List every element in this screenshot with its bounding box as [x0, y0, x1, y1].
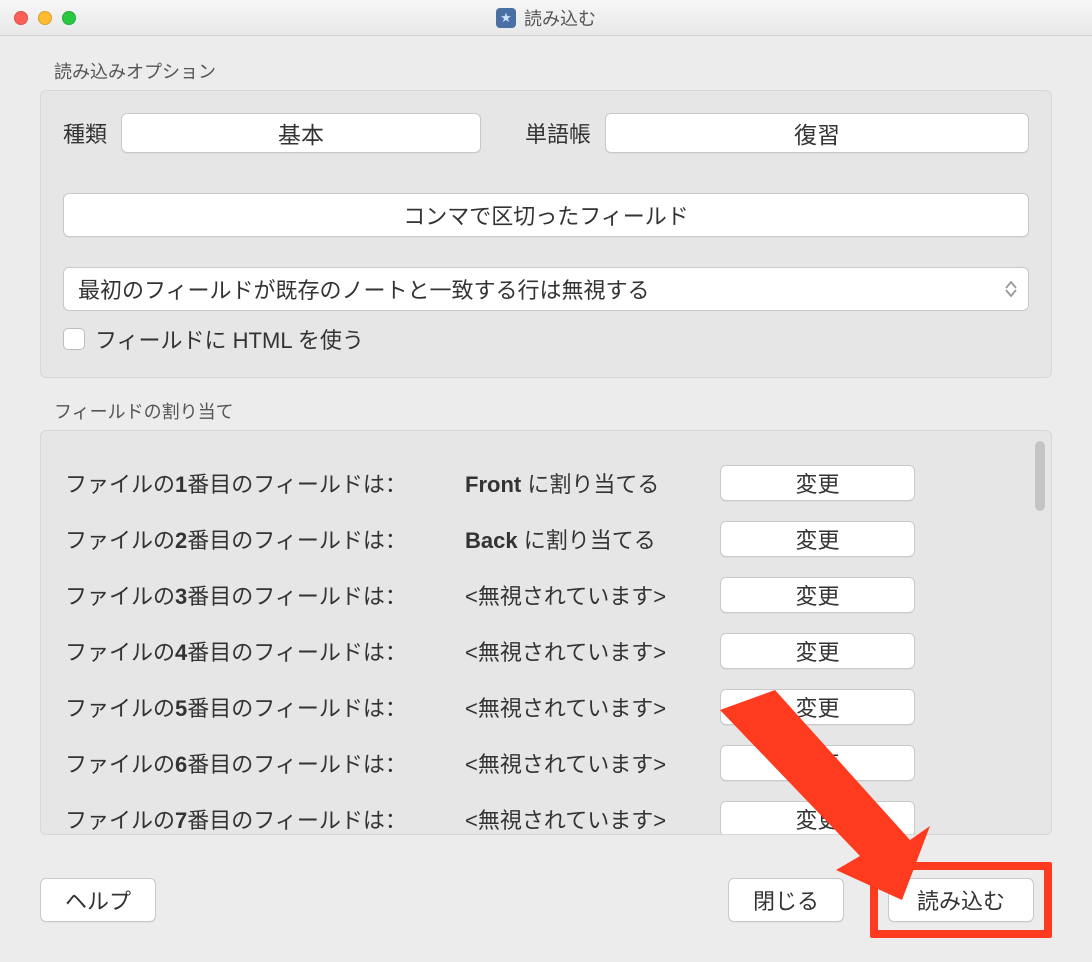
close-button-label: 閉じる: [753, 884, 819, 916]
field-mapping-panel: ファイルの1番目のフィールドは：Front に割り当てる変更ファイルの2番目のフ…: [40, 430, 1052, 835]
field-target-name: Back: [465, 528, 518, 553]
change-field-button[interactable]: 変更: [720, 689, 915, 725]
mapping-scrollbar[interactable]: [1033, 441, 1045, 824]
duplicate-handling-select[interactable]: 最初のフィールドが既存のノートと一致する行は無視する: [63, 267, 1029, 311]
field-mapping-label: フィールドの割り当て: [54, 398, 1052, 424]
help-button[interactable]: ヘルプ: [40, 878, 156, 922]
field-mapping-target: <無視されています>: [465, 803, 720, 835]
field-mapping-source: ファイルの7番目のフィールドは：: [65, 803, 465, 835]
note-type-button[interactable]: 基本: [121, 113, 481, 153]
change-field-button-label: 変更: [795, 635, 839, 667]
type-label: 種類: [63, 117, 107, 149]
field-mapping-target: <無視されています>: [465, 747, 720, 779]
field-mapping-source: ファイルの5番目のフィールドは：: [65, 691, 465, 723]
titlebar: ★ 読み込む: [0, 0, 1092, 36]
change-field-button[interactable]: 変更: [720, 465, 915, 501]
field-index: 5: [175, 696, 187, 721]
change-field-button[interactable]: 変更: [720, 633, 915, 669]
import-button-highlight: 読み込む: [870, 862, 1052, 938]
dialog-footer: ヘルプ 閉じる 読み込む: [40, 862, 1052, 938]
change-field-button-label: 変更: [795, 747, 839, 779]
import-button[interactable]: 読み込む: [888, 878, 1034, 922]
delimiter-button-label: コンマで区切ったフィールド: [403, 199, 689, 231]
field-index: 4: [175, 640, 187, 665]
change-field-button-label: 変更: [795, 467, 839, 499]
change-field-button[interactable]: 変更: [720, 577, 915, 613]
field-mapping-row: ファイルの1番目のフィールドは：Front に割り当てる 変更: [65, 455, 1017, 511]
allow-html-label: フィールドに HTML を使う: [95, 323, 364, 355]
zoom-window-button[interactable]: [62, 11, 76, 25]
deck-value: 復習: [794, 116, 840, 150]
field-mapping-row: ファイルの2番目のフィールドは：Back に割り当てる 変更: [65, 511, 1017, 567]
field-index: 3: [175, 584, 187, 609]
field-index: 2: [175, 528, 187, 553]
field-index: 6: [175, 752, 187, 777]
field-mapping-source: ファイルの6番目のフィールドは：: [65, 747, 465, 779]
change-field-button[interactable]: 変更: [720, 801, 915, 835]
field-mapping-source: ファイルの4番目のフィールドは：: [65, 635, 465, 667]
import-options-label: 読み込みオプション: [54, 58, 1052, 84]
field-mapping-row: ファイルの6番目のフィールドは：<無視されています> 変更: [65, 735, 1017, 791]
field-mapping-row: ファイルの5番目のフィールドは：<無視されています> 変更: [65, 679, 1017, 735]
field-mapping-row: ファイルの4番目のフィールドは：<無視されています> 変更: [65, 623, 1017, 679]
duplicate-handling-value: 最初のフィールドが既存のノートと一致する行は無視する: [78, 273, 650, 305]
change-field-button-label: 変更: [795, 523, 839, 555]
help-button-label: ヘルプ: [65, 884, 131, 916]
change-field-button-label: 変更: [795, 579, 839, 611]
close-window-button[interactable]: [14, 11, 28, 25]
import-options-panel: 種類 基本 単語帳 復習 コンマで区切ったフィールド 最初のフィールドが既存のノ…: [40, 90, 1052, 378]
change-field-button[interactable]: 変更: [720, 521, 915, 557]
field-mapping-row: ファイルの3番目のフィールドは：<無視されています> 変更: [65, 567, 1017, 623]
change-field-button[interactable]: 変更: [720, 745, 915, 781]
field-mapping-target: <無視されています>: [465, 579, 720, 611]
change-field-button-label: 変更: [795, 803, 839, 835]
field-mapping-target: Back に割り当てる: [465, 523, 720, 555]
delimiter-button[interactable]: コンマで区切ったフィールド: [63, 193, 1029, 237]
import-button-label: 読み込む: [917, 884, 1005, 916]
deck-label: 単語帳: [525, 117, 591, 149]
field-mapping-source: ファイルの2番目のフィールドは：: [65, 523, 465, 555]
field-mapping-target: <無視されています>: [465, 691, 720, 723]
field-index: 7: [175, 808, 187, 833]
field-mapping-source: ファイルの1番目のフィールドは：: [65, 467, 465, 499]
close-button[interactable]: 閉じる: [728, 878, 844, 922]
app-icon: ★: [496, 8, 516, 28]
change-field-button-label: 変更: [795, 691, 839, 723]
field-mapping-source: ファイルの3番目のフィールドは：: [65, 579, 465, 611]
field-target-name: Front: [465, 472, 521, 497]
window-title: 読み込む: [524, 5, 596, 31]
allow-html-checkbox[interactable]: [63, 328, 85, 350]
select-stepper-icon: [1002, 276, 1020, 302]
minimize-window-button[interactable]: [38, 11, 52, 25]
deck-button[interactable]: 復習: [605, 113, 1029, 153]
field-index: 1: [175, 472, 187, 497]
mapping-scrollbar-thumb[interactable]: [1035, 441, 1045, 511]
field-mapping-row: ファイルの7番目のフィールドは：<無視されています> 変更: [65, 791, 1017, 835]
note-type-value: 基本: [278, 116, 324, 150]
window-controls: [0, 11, 76, 25]
field-mapping-target: Front に割り当てる: [465, 467, 720, 499]
field-mapping-target: <無視されています>: [465, 635, 720, 667]
